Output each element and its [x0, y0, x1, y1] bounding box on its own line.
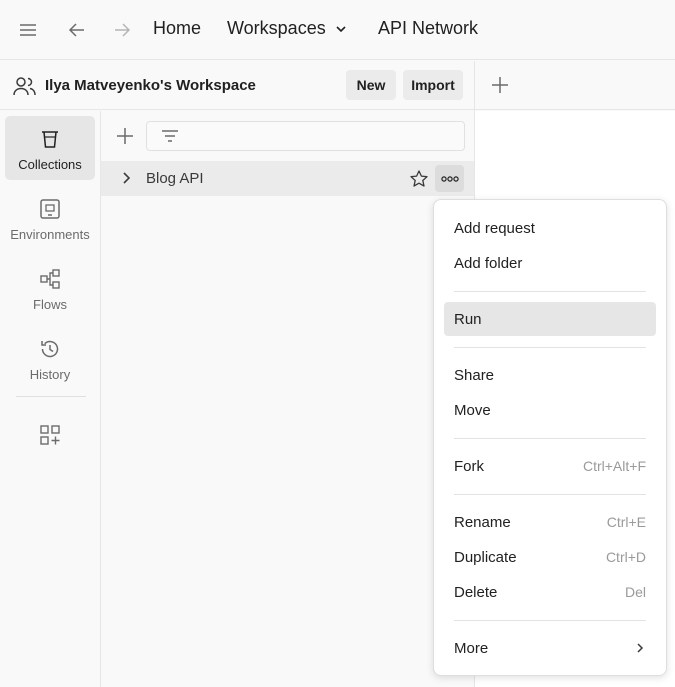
sidebar-item-environments[interactable]: Environments — [5, 186, 95, 250]
menu-item-fork[interactable]: Fork Ctrl+Alt+F — [444, 449, 656, 483]
sidebar-divider — [16, 396, 86, 397]
import-button[interactable]: Import — [403, 70, 463, 100]
sidebar-item-collections[interactable]: Collections — [5, 116, 95, 180]
tab-bar — [475, 61, 675, 110]
sidebar-item-history[interactable]: History — [5, 326, 95, 390]
sidebar-item-label: Environments — [10, 227, 90, 242]
menu-item-label: Fork — [454, 458, 484, 475]
workspace-name: Ilya Matveyenko's Workspace — [45, 77, 256, 94]
sidebar: Collections Environments Flows History — [0, 111, 101, 687]
menu-item-label: Share — [454, 367, 495, 384]
configure-sidebar-icon[interactable] — [39, 424, 61, 446]
flows-icon — [39, 268, 61, 290]
menu-item-run[interactable]: Run — [444, 302, 656, 336]
chevron-down-icon — [334, 22, 348, 36]
menu-item-add-folder[interactable]: Add folder — [444, 246, 656, 280]
back-arrow-icon[interactable] — [66, 19, 88, 41]
new-tab-plus-icon[interactable] — [491, 76, 509, 94]
menu-item-more[interactable]: More — [444, 631, 656, 665]
menu-item-duplicate[interactable]: Duplicate Ctrl+D — [444, 540, 656, 574]
chevron-right-icon — [634, 642, 646, 654]
menu-item-delete[interactable]: Delete Del — [444, 575, 656, 609]
menu-separator — [454, 494, 646, 495]
menu-separator — [454, 620, 646, 621]
menu-separator — [454, 291, 646, 292]
trash-can-icon — [39, 128, 61, 150]
context-menu: Add request Add folder Run Share Move Fo… — [433, 199, 667, 676]
menu-item-label: Run — [454, 311, 482, 328]
nav-home[interactable]: Home — [153, 18, 201, 39]
menu-item-add-request[interactable]: Add request — [444, 211, 656, 245]
star-icon[interactable] — [409, 169, 429, 189]
menu-item-shortcut: Del — [624, 584, 646, 600]
workspace-header: Ilya Matveyenko's Workspace New Import — [0, 61, 474, 110]
menu-item-label: Move — [454, 402, 491, 419]
sidebar-item-flows[interactable]: Flows — [5, 256, 95, 320]
nav-api-network[interactable]: API Network — [378, 18, 478, 39]
menu-item-label: Add request — [454, 220, 535, 237]
menu-item-label: Duplicate — [454, 549, 517, 566]
menu-item-label: Add folder — [454, 255, 523, 272]
filter-icon — [161, 129, 179, 145]
menu-separator — [454, 438, 646, 439]
more-actions-button[interactable] — [435, 165, 464, 192]
sidebar-item-label: Flows — [33, 297, 67, 312]
menu-item-rename[interactable]: Rename Ctrl+E — [444, 505, 656, 539]
nav-workspaces-label: Workspaces — [227, 18, 326, 38]
top-bar: Home Workspaces API Network — [0, 0, 675, 60]
nav-workspaces[interactable]: Workspaces — [227, 18, 348, 39]
history-icon — [39, 338, 61, 360]
menu-item-shortcut: Ctrl+Alt+F — [582, 458, 646, 474]
menu-item-label: Rename — [454, 514, 511, 531]
team-icon — [13, 75, 37, 97]
sidebar-item-label: Collections — [18, 157, 82, 172]
new-button[interactable]: New — [346, 70, 396, 100]
menu-item-label: More — [454, 640, 489, 657]
menu-item-shortcut: Ctrl+E — [606, 514, 646, 530]
chevron-right-icon[interactable] — [119, 171, 133, 185]
environment-icon — [39, 198, 61, 220]
menu-separator — [454, 347, 646, 348]
collection-name[interactable]: Blog API — [146, 170, 204, 187]
menu-item-label: Delete — [454, 584, 498, 601]
collection-row[interactable]: Blog API — [101, 161, 474, 196]
filter-input[interactable] — [146, 121, 465, 151]
add-collection-plus-icon[interactable] — [116, 127, 134, 145]
menu-item-share[interactable]: Share — [444, 358, 656, 392]
forward-arrow-icon[interactable] — [111, 19, 133, 41]
menu-item-move[interactable]: Move — [444, 393, 656, 427]
more-dots-icon — [440, 175, 459, 182]
sidebar-item-label: History — [29, 367, 71, 382]
menu-item-shortcut: Ctrl+D — [605, 549, 646, 565]
menu-icon[interactable] — [18, 20, 38, 40]
